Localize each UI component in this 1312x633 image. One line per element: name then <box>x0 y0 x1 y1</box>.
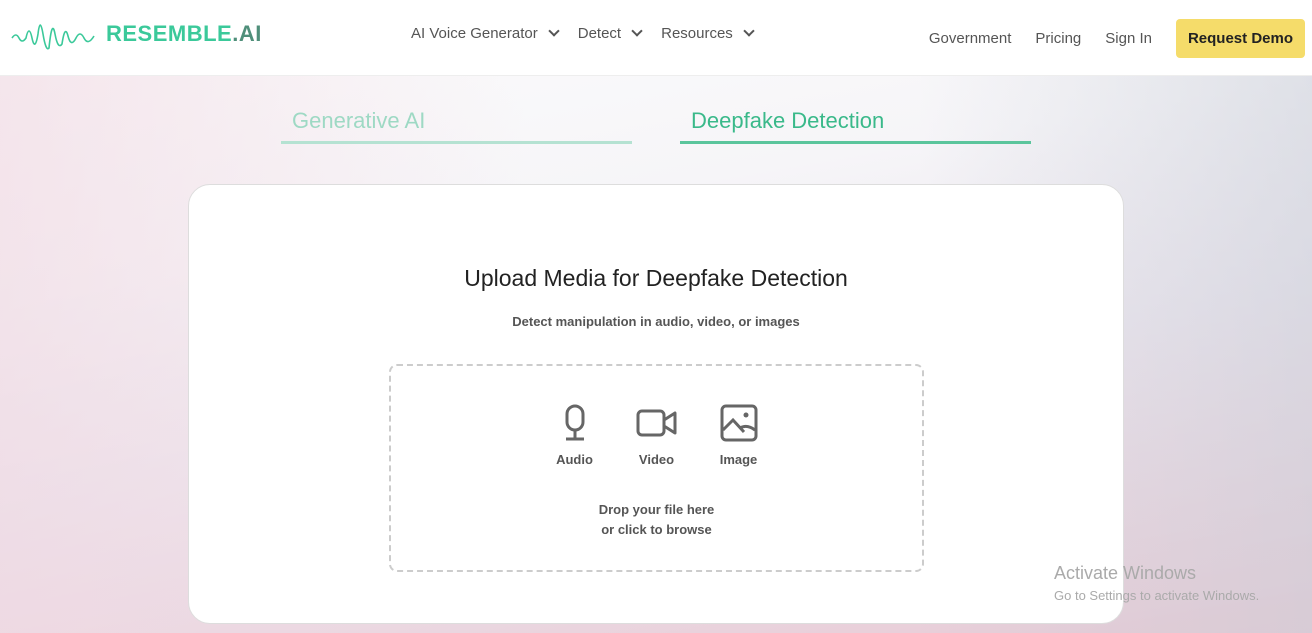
microphone-icon <box>565 404 584 441</box>
chevron-down-icon <box>548 25 560 37</box>
video-camera-icon <box>636 409 676 437</box>
header: RESEMBLE.AI AI Voice Generator Detect Re… <box>0 0 1312 76</box>
brand-suffix: .AI <box>232 21 262 46</box>
sign-in-link[interactable]: Sign In <box>1105 30 1152 47</box>
chevron-down-icon <box>743 25 755 37</box>
waveform-icon <box>11 24 95 50</box>
type-video[interactable]: Video <box>636 404 678 467</box>
nav-resources[interactable]: Resources <box>661 25 755 42</box>
nav-ai-voice-generator[interactable]: AI Voice Generator <box>411 25 560 42</box>
file-dropzone[interactable]: Audio Video Image Drop your file here or … <box>389 364 924 572</box>
government-link[interactable]: Government <box>929 30 1012 47</box>
tab-deepfake-detection[interactable]: Deepfake Detection <box>680 108 1031 144</box>
pricing-link[interactable]: Pricing <box>1035 30 1081 47</box>
logo[interactable]: RESEMBLE.AI <box>10 14 262 54</box>
chevron-down-icon <box>631 25 643 37</box>
nav-label: Detect <box>577 25 622 42</box>
watermark-title: Activate Windows <box>1054 563 1197 583</box>
type-audio[interactable]: Audio <box>554 404 596 467</box>
request-demo-button[interactable]: Request Demo <box>1175 19 1305 58</box>
windows-watermark: Activate Windows Go to Settings to activa… <box>1054 563 1259 603</box>
card-subtitle: Detect manipulation in audio, video, or … <box>512 314 800 329</box>
tab-generative-ai[interactable]: Generative AI <box>281 108 632 144</box>
type-label: Audio <box>556 452 593 467</box>
drop-hint: Drop your file here <box>598 502 715 517</box>
brand-name: RESEMBLE <box>106 21 233 46</box>
image-icon <box>720 404 757 442</box>
browse-hint: or click to browse <box>601 522 712 537</box>
card-title: Upload Media for Deepfake Detection <box>464 265 848 291</box>
nav-label: Resources <box>661 25 733 42</box>
upload-card: Upload Media for Deepfake Detection Dete… <box>188 184 1124 624</box>
watermark-sub: Go to Settings to activate Windows. <box>1054 588 1260 603</box>
nav-detect[interactable]: Detect <box>577 25 643 42</box>
type-label: Video <box>638 452 675 467</box>
type-image[interactable]: Image <box>718 404 760 467</box>
type-label: Image <box>719 452 758 467</box>
nav-label: AI Voice Generator <box>411 25 538 42</box>
